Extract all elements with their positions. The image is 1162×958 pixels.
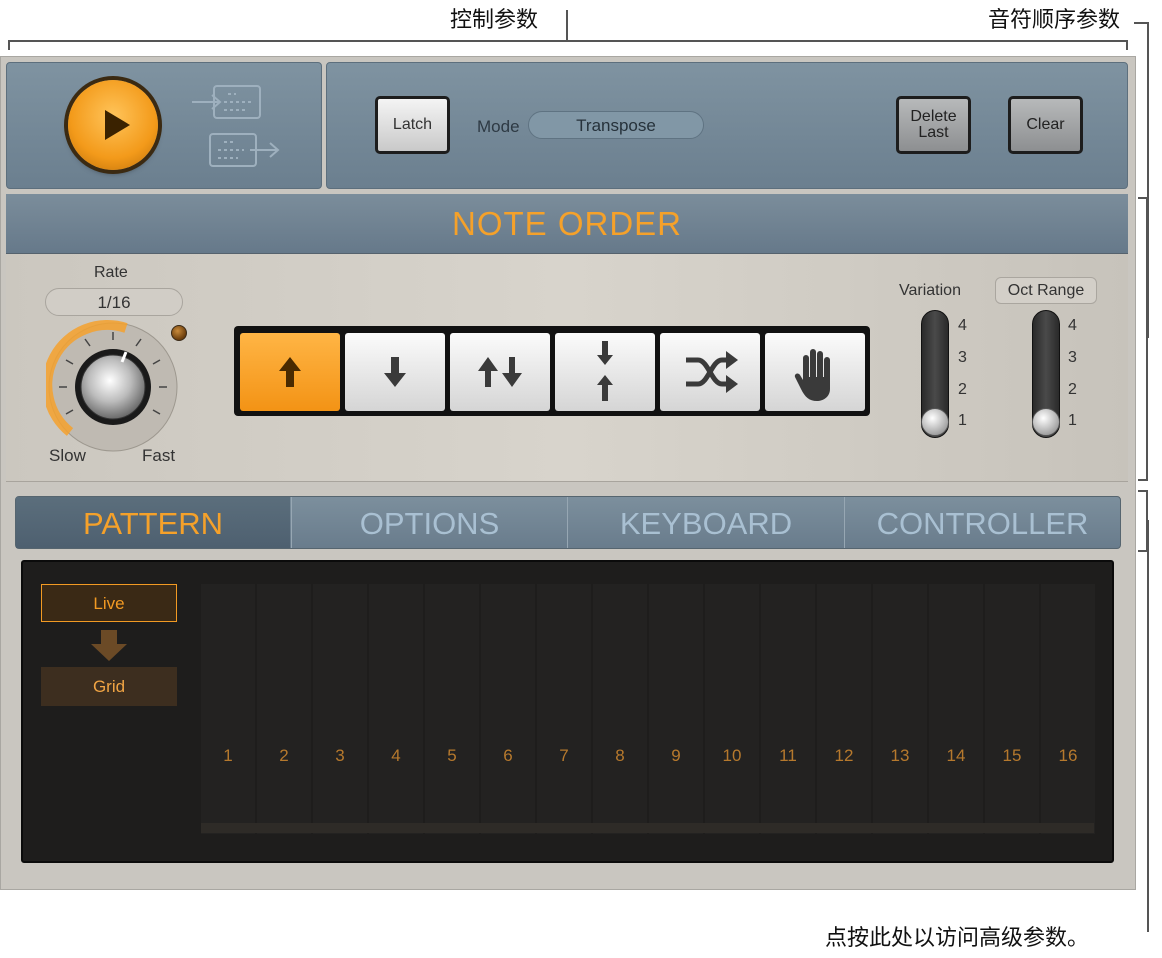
step-number: 6	[503, 746, 513, 765]
step-column[interactable]	[537, 584, 591, 834]
variation-scale-1: 1	[958, 412, 967, 429]
fast-label: Fast	[142, 446, 176, 465]
capture-out-icon	[209, 133, 280, 167]
variation-scale-4: 4	[958, 317, 967, 334]
note-order-up-down-button[interactable]	[450, 333, 550, 411]
note-order-outside-in-button[interactable]	[555, 333, 655, 411]
play-icon	[105, 110, 130, 140]
step-column[interactable]	[761, 584, 815, 834]
step-column[interactable]	[481, 584, 535, 834]
control-params-bracket	[8, 40, 1128, 50]
callout-leader	[1134, 22, 1149, 24]
oct-scale-2: 2	[1068, 381, 1077, 398]
tab-options[interactable]: OPTIONS	[292, 497, 567, 548]
step-column[interactable]	[369, 584, 423, 834]
tab-pattern[interactable]: PATTERN	[16, 497, 290, 548]
oct-range-label: Oct Range	[995, 277, 1097, 304]
step-column[interactable]	[873, 584, 927, 834]
variation-scale-3: 3	[958, 349, 967, 366]
variation-label: Variation	[899, 282, 961, 299]
step-number: 8	[615, 746, 625, 765]
step-number: 13	[890, 746, 910, 765]
tab-keyboard[interactable]: KEYBOARD	[568, 497, 844, 548]
note-order-as-played-button[interactable]	[765, 333, 865, 411]
step-number: 15	[1002, 746, 1022, 765]
step-column[interactable]	[201, 584, 255, 834]
oct-scale-1: 1	[1068, 412, 1077, 429]
note-order-down-button[interactable]	[345, 333, 445, 411]
grid-button[interactable]: Grid	[41, 667, 177, 706]
arrow-up-icon	[279, 357, 301, 387]
outside-in-arrows-icon	[597, 341, 613, 401]
step-number: 7	[559, 746, 569, 765]
latch-button[interactable]: Latch	[375, 96, 450, 154]
step-number: 14	[946, 746, 966, 765]
hand-icon	[794, 349, 830, 401]
step-number: 5	[447, 746, 457, 765]
play-button[interactable]	[68, 80, 158, 170]
step-column[interactable]	[705, 584, 759, 834]
note-order-random-button[interactable]	[660, 333, 760, 411]
step-column[interactable]	[929, 584, 983, 834]
tab-controller[interactable]: CONTROLLER	[845, 497, 1120, 548]
step-number: 4	[391, 746, 401, 765]
step-number: 3	[335, 746, 345, 765]
step-column[interactable]	[985, 584, 1039, 834]
step-column[interactable]	[649, 584, 703, 834]
rate-value[interactable]: 1/16	[45, 288, 183, 316]
delete-last-label-line2: Last	[918, 124, 949, 141]
advanced-tabs: PATTERN OPTIONS KEYBOARD CONTROLLER	[15, 496, 1121, 549]
note-order-title: NOTE ORDER	[6, 194, 1128, 254]
callout-advanced-params: 点按此处以访问高级参数。	[825, 926, 1090, 951]
step-column[interactable]	[593, 584, 647, 834]
note-order-up-button[interactable]	[240, 333, 340, 411]
arrow-down-icon	[384, 357, 406, 387]
shuffle-icon	[686, 351, 738, 393]
step-number: 12	[834, 746, 854, 765]
variation-scale-2: 2	[958, 381, 967, 398]
oct-scale-3: 3	[1068, 349, 1077, 366]
step-column[interactable]	[257, 584, 311, 834]
mode-label: Mode	[477, 117, 520, 136]
step-number: 11	[779, 746, 797, 765]
mode-select[interactable]: Transpose	[528, 111, 704, 139]
step-number: 16	[1058, 746, 1078, 765]
callout-note-order-params: 音符顺序参数	[988, 8, 1121, 33]
callout-leader	[1147, 520, 1149, 932]
capture-in-icon	[192, 85, 261, 119]
oct-scale-4: 4	[1068, 317, 1077, 334]
clear-button[interactable]: Clear	[1008, 96, 1083, 154]
step-number: 9	[671, 746, 681, 765]
step-column[interactable]	[817, 584, 871, 834]
arrow-down-icon	[91, 630, 127, 661]
step-column[interactable]	[313, 584, 367, 834]
capture-icons	[192, 85, 280, 167]
delete-last-label-line1: Delete	[910, 108, 957, 125]
step-number: 2	[279, 746, 289, 765]
callout-leader	[1147, 22, 1149, 338]
delete-last-button[interactable]: Delete Last	[896, 96, 971, 154]
rate-knob[interactable]	[46, 320, 180, 454]
step-column[interactable]	[425, 584, 479, 834]
variation-slider-handle[interactable]	[921, 408, 949, 436]
step-number: 10	[722, 746, 742, 765]
up-down-arrows-icon	[478, 357, 522, 387]
pattern-length-bar[interactable]	[201, 823, 1094, 833]
step-column[interactable]	[1041, 584, 1095, 834]
slow-label: Slow	[49, 446, 86, 465]
oct-range-slider-handle[interactable]	[1032, 408, 1060, 436]
callout-leader	[566, 10, 568, 42]
callout-control-params: 控制参数	[450, 8, 539, 33]
live-button[interactable]: Live	[41, 584, 177, 622]
rate-label: Rate	[94, 264, 128, 281]
step-number: 1	[223, 746, 233, 765]
